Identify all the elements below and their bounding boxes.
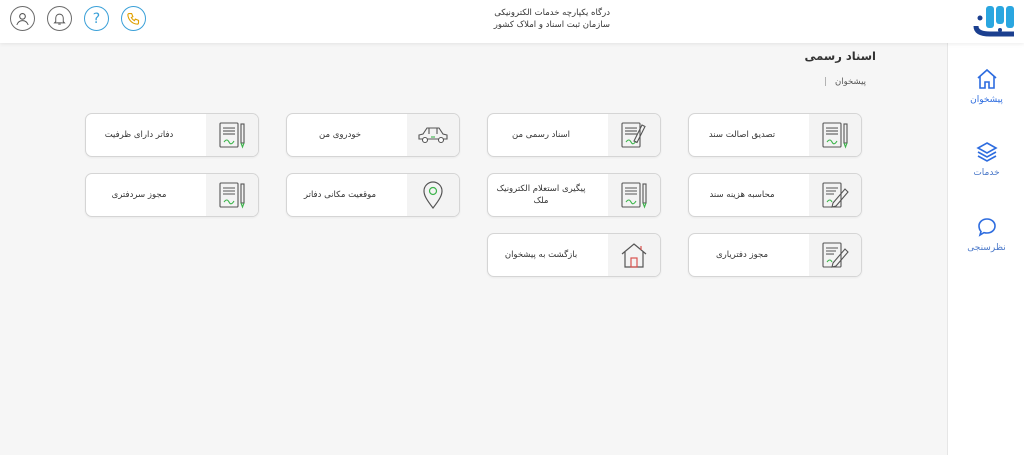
card-label: اسناد رسمی من xyxy=(511,130,571,140)
card-label: دفاتر دارای ظرفیت xyxy=(104,130,174,140)
sidebar-item-label: نظرسنجی xyxy=(967,243,1006,253)
top-header: ? درگاه یکپارچه خدمات الکترونیکی سازمان … xyxy=(0,0,1024,43)
sabt-logo[interactable] xyxy=(970,4,1018,38)
car-icon xyxy=(407,114,459,156)
portal-title-line2: سازمان ثبت اسناد و املاک کشور xyxy=(493,20,610,30)
card-assistant-notary-license[interactable]: مجوز دفتریاری xyxy=(688,233,862,277)
card-property-inquiry-tracking[interactable]: پیگیری استعلام الکترونیک ملک xyxy=(487,173,661,217)
sidebar-item-label: پیشخوان xyxy=(970,95,1003,105)
card-label: بازگشت به پیشخوان xyxy=(504,250,578,260)
breadcrumb-item-dashboard[interactable]: پیشخوان xyxy=(835,77,866,87)
bell-icon[interactable] xyxy=(47,6,72,31)
document-pen-icon xyxy=(809,114,861,156)
help-icon[interactable]: ? xyxy=(84,6,109,31)
user-icon[interactable] xyxy=(10,6,35,31)
card-document-authenticity[interactable]: تصدیق اصالت سند xyxy=(688,113,862,157)
card-notary-license[interactable]: مجوز سردفتری xyxy=(85,173,259,217)
sidebar-item-services[interactable]: خدمات xyxy=(948,140,1024,178)
portal-title-line1: درگاه یکپارچه خدمات الکترونیکی xyxy=(494,8,610,18)
map-pin-icon xyxy=(407,174,459,216)
document-pen-icon xyxy=(206,174,258,216)
breadcrumb-separator: | xyxy=(824,77,827,87)
card-label: پیگیری استعلام الکترونیک ملک xyxy=(496,184,586,206)
document-pen-icon xyxy=(608,114,660,156)
document-edit-icon xyxy=(809,234,861,276)
card-label: موقعیت مکانی دفاتر xyxy=(303,190,377,200)
breadcrumb: پیشخوان | xyxy=(824,77,866,87)
card-my-vehicle[interactable]: خودروی من xyxy=(286,113,460,157)
house-icon xyxy=(608,234,660,276)
card-office-locations[interactable]: موقعیت مکانی دفاتر xyxy=(286,173,460,217)
document-pen-icon xyxy=(608,174,660,216)
home-icon xyxy=(976,68,997,89)
sidebar: پیشخوان خدمات نظرسنجی xyxy=(947,43,1024,455)
header-actions: ? xyxy=(10,6,146,31)
sidebar-item-dashboard[interactable]: پیشخوان xyxy=(948,67,1024,105)
document-pen-icon xyxy=(206,114,258,156)
layers-icon xyxy=(975,142,998,162)
sidebar-item-survey[interactable]: نظرسنجی xyxy=(948,215,1024,253)
card-label: مجوز دفتریاری xyxy=(715,250,769,260)
phone-icon[interactable] xyxy=(121,6,146,31)
card-my-official-documents[interactable]: اسناد رسمی من xyxy=(487,113,661,157)
card-label: محاسبه هزینه سند xyxy=(709,190,775,200)
card-label: مجوز سردفتری xyxy=(111,190,167,200)
card-back-to-dashboard[interactable]: بازگشت به پیشخوان xyxy=(487,233,661,277)
document-edit-icon xyxy=(809,174,861,216)
card-document-cost-calculation[interactable]: محاسبه هزینه سند xyxy=(688,173,862,217)
chat-icon xyxy=(977,218,996,237)
card-label: خودروی من xyxy=(318,130,362,140)
portal-title: درگاه یکپارچه خدمات الکترونیکی سازمان ثب… xyxy=(420,7,610,31)
sidebar-item-label: خدمات xyxy=(973,168,1000,178)
card-offices-with-capacity[interactable]: دفاتر دارای ظرفیت xyxy=(85,113,259,157)
page-title: اسناد رسمی xyxy=(804,49,876,63)
card-label: تصدیق اصالت سند xyxy=(708,130,776,140)
